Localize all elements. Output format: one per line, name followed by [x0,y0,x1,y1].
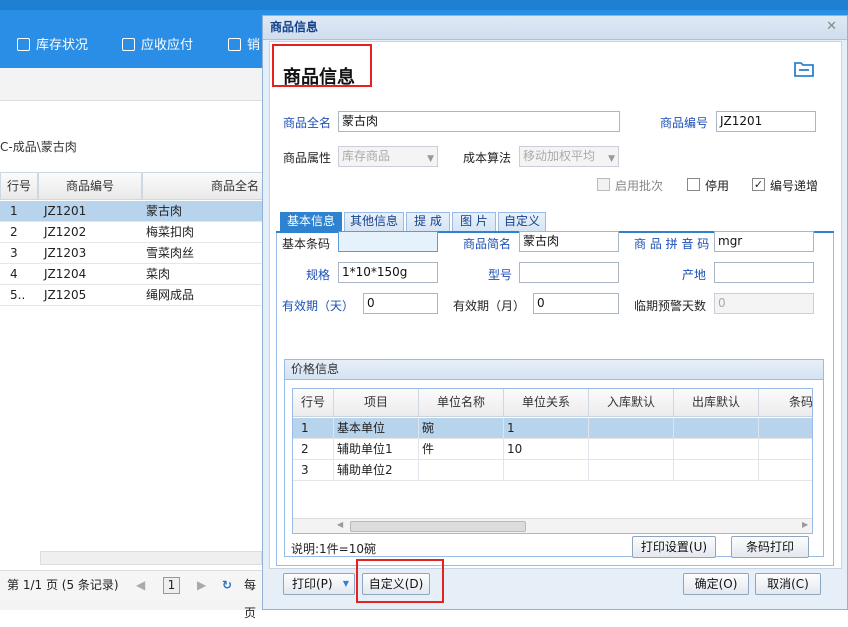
grid-header-in-default[interactable]: 入库默认 [589,389,674,417]
code-input[interactable]: JZ1201 [716,111,816,132]
price-grid: 行号 项目 单位名称 单位关系 入库默认 出库默认 条码 1 基本单位 碗 1 … [292,388,813,534]
grid-horizontal-scrollbar[interactable]: ◀ ▶ [293,518,812,533]
full-name-input[interactable]: 蒙古肉 [338,111,620,132]
toolbar-sales[interactable]: 销 [228,34,260,53]
prev-page-icon[interactable]: ◀ [136,571,145,599]
col-header-no[interactable]: 行号 [0,172,38,200]
grid-header-unit[interactable]: 单位名称 [419,389,504,417]
chevron-down-icon: ▼ [608,154,615,164]
grid-header-item[interactable]: 项目 [334,389,419,417]
tab-images[interactable]: 图 片 [452,212,496,231]
cancel-button[interactable]: 取消(C) [755,573,821,595]
full-name-label: 商品全名 [283,116,332,130]
print-settings-button[interactable]: 打印设置(U) [632,536,716,558]
grid-header-relation[interactable]: 单位关系 [504,389,589,417]
pager-bar: 第 1/1 页 (5 条记录) ◀ 1 ▶ ↻ 每页 [0,570,262,620]
folder-icon[interactable] [794,61,814,77]
table-row[interactable]: 2 JZ1202 梅菜扣肉 [0,222,262,243]
table-row[interactable]: 2 辅助单位1 件 10 [293,439,812,460]
attr-select[interactable]: 库存商品 ▼ [338,146,438,167]
price-info-title: 价格信息 [285,360,823,380]
validity-day-label: 有效期（天） [282,299,355,313]
code-label: 商品编号 [660,116,709,130]
ok-button[interactable]: 确定(O) [683,573,749,595]
top-menu-bar [0,0,848,10]
tab-basic-info[interactable]: 基本信息 [280,212,342,231]
unit-note: 说明:1件=10碗 [291,542,377,556]
grid-header-barcode[interactable]: 条码 [759,389,812,417]
batch-label: 启用批次 [615,179,664,193]
cost-select[interactable]: 移动加权平均 ▼ [519,146,619,167]
custom-button[interactable]: 自定义(D) [362,573,430,595]
col-header-name[interactable]: 商品全名 [142,172,272,200]
next-page-icon[interactable]: ▶ [197,571,206,599]
col-header-code[interactable]: 商品编号 [38,172,142,200]
spec-label: 规格 [306,268,331,282]
tab-custom[interactable]: 自定义 [498,212,546,231]
scroll-thumb[interactable] [350,521,526,532]
auto-inc-label: 编号递增 [770,179,819,193]
attr-label: 商品属性 [283,151,332,165]
dialog-body: 商品信息 商品全名 蒙古肉 商品编号 JZ1201 商品属性 库存商品 ▼ 成本算… [269,41,842,569]
tab-commission[interactable]: 提 成 [406,212,450,231]
product-list-panel [0,100,262,570]
inventory-icon [17,38,30,51]
barcode-print-button[interactable]: 条码打印 [731,536,809,558]
auto-inc-checkbox[interactable]: ✓ [752,178,765,191]
horizontal-scrollbar[interactable] [40,551,262,565]
grid-header-no[interactable]: 行号 [293,389,334,417]
validity-day-input[interactable]: 0 [363,293,438,314]
pager-text: 第 1/1 页 (5 条记录) [7,578,119,592]
stop-label: 停用 [705,179,730,193]
chevron-down-icon[interactable]: ▼ [343,574,349,594]
spec-input[interactable]: 1*10*150g [338,262,438,283]
dialog-title-bar[interactable]: 商品信息 [263,16,847,40]
origin-input[interactable] [714,262,814,283]
barcode-input[interactable] [338,231,438,252]
tab-other-info[interactable]: 其他信息 [344,212,404,231]
table-row[interactable]: 1 JZ1201 蒙古肉 [0,201,262,222]
receivables-icon [122,38,135,51]
validity-month-label: 有效期（月） [453,299,526,313]
page-number[interactable]: 1 [163,577,180,594]
chevron-down-icon: ▼ [427,154,434,164]
short-name-input[interactable]: 蒙古肉 [519,231,619,252]
toolbar-inventory-status[interactable]: 库存状况 [17,34,88,53]
validity-month-input[interactable]: 0 [533,293,619,314]
origin-label: 产地 [682,268,707,282]
model-label: 型号 [488,268,513,282]
model-input[interactable] [519,262,619,283]
warn-days-input[interactable]: 0 [714,293,814,314]
stop-checkbox[interactable] [687,178,700,191]
print-button[interactable]: 打印(P) ▼ [283,573,355,595]
table-row[interactable]: 3 辅助单位2 [293,460,812,481]
table-row[interactable]: 5.. JZ1205 绳网成品 [0,285,262,306]
short-name-label: 商品简名 [463,237,512,251]
close-icon[interactable]: ✕ [826,19,837,34]
barcode-label: 基本条码 [282,237,331,251]
scroll-left-icon[interactable]: ◀ [337,520,343,529]
dialog-heading: 商品信息 [283,67,355,88]
price-info-box: 价格信息 行号 项目 单位名称 单位关系 入库默认 出库默认 条码 1 基本单位… [284,359,824,558]
table-row[interactable]: 1 基本单位 碗 1 [293,418,812,439]
product-info-dialog: 商品信息 ✕ 商品信息 商品全名 蒙古肉 商品编号 JZ1201 商品属性 库存… [262,15,848,610]
batch-checkbox[interactable] [597,178,610,191]
toolbar-receivables[interactable]: 应收应付 [122,34,193,53]
sales-icon [228,38,241,51]
cost-label: 成本算法 [463,151,512,165]
table-row[interactable]: 4 JZ1204 菜肉 [0,264,262,285]
pinyin-input[interactable]: mgr [714,231,814,252]
breadcrumb: C-成品\蒙古肉 [0,140,77,154]
pinyin-label: 商 品 拼 音 码 [634,237,710,251]
scroll-right-icon[interactable]: ▶ [802,520,808,529]
warn-days-label: 临期预警天数 [634,299,707,313]
page-size-label: 每页 [244,578,257,620]
refresh-icon[interactable]: ↻ [222,571,232,599]
grid-header-out-default[interactable]: 出库默认 [674,389,759,417]
table-row[interactable]: 3 JZ1203 雪菜肉丝 [0,243,262,264]
